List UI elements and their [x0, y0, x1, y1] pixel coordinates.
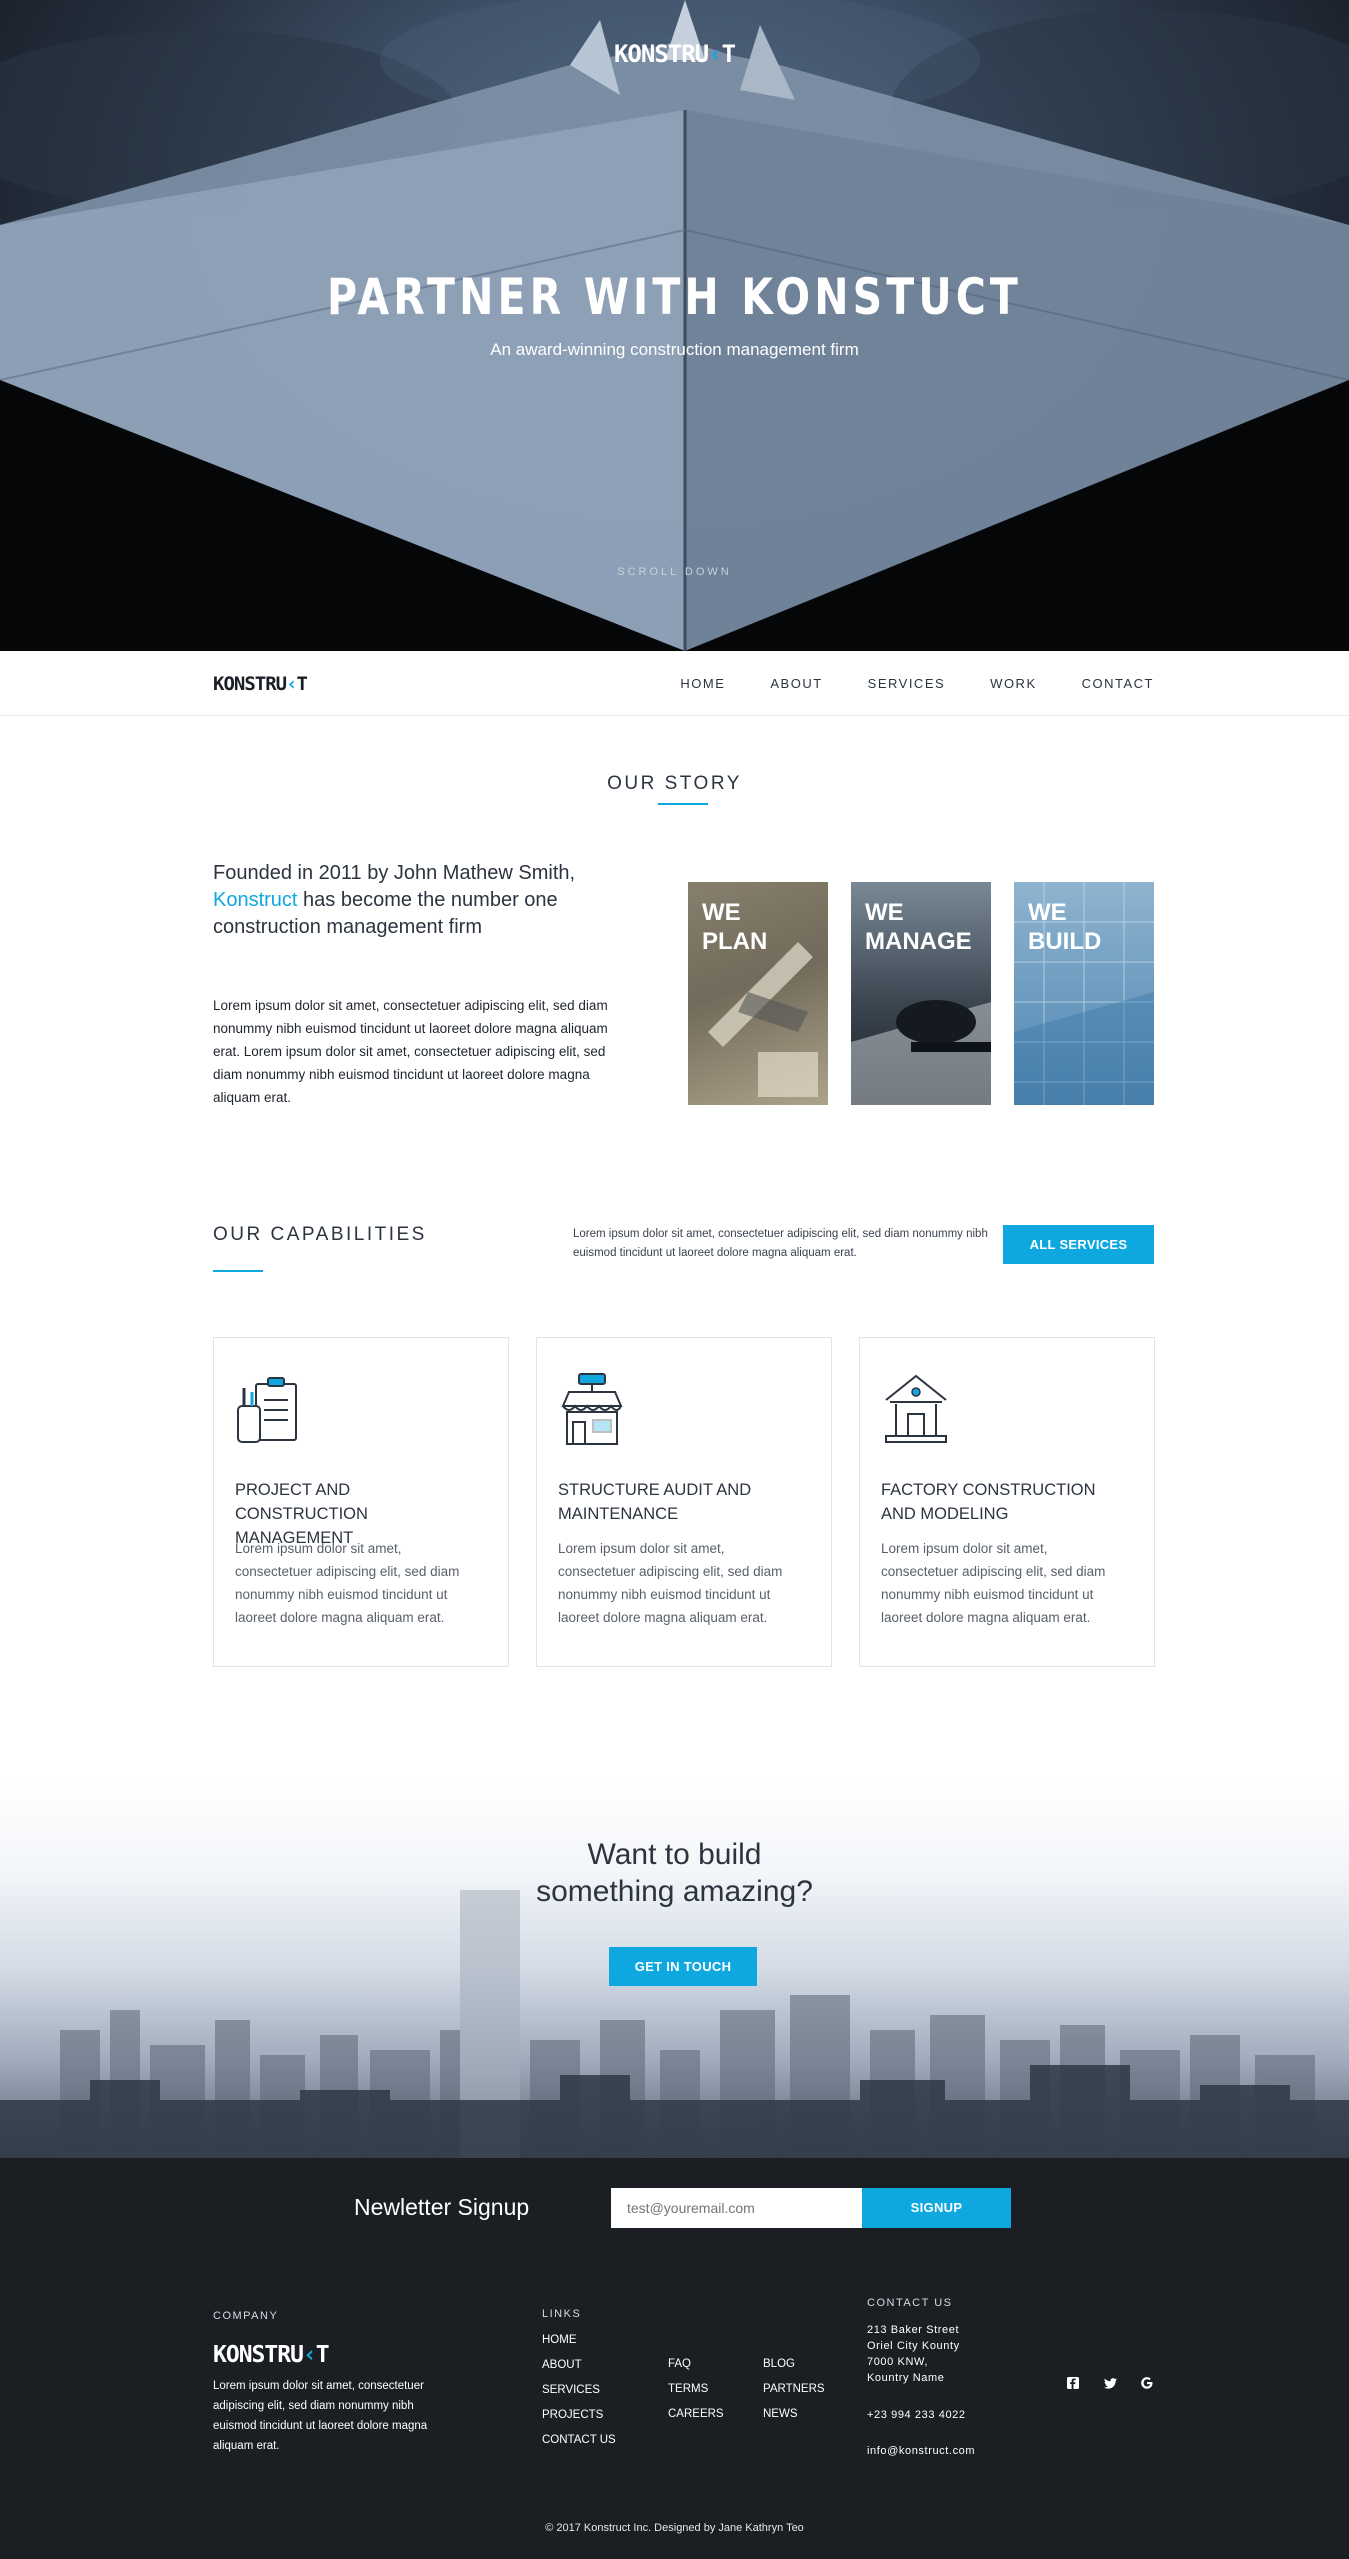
capability-text: Lorem ipsum dolor sit amet, consectetuer…: [235, 1541, 460, 1625]
footer-address: 213 Baker Street Oriel City Kounty 7000 K…: [867, 2324, 960, 2384]
hero-section: KONSTRU‹T PARTNER WITH KONSTUCT An award…: [0, 0, 1349, 651]
footer-link-projects[interactable]: PROJECTS: [542, 2403, 616, 2428]
tile-we-manage[interactable]: WE MANAGE: [851, 882, 991, 1105]
footer-link-contact-us[interactable]: CONTACT US: [542, 2428, 616, 2453]
footer-link-partners[interactable]: PARTNERS: [763, 2377, 825, 2402]
capabilities-title: OUR CAPABILITIES: [213, 1224, 427, 1245]
twitter-icon[interactable]: [1100, 2373, 1120, 2393]
capabilities-title-underline: [213, 1270, 263, 1272]
capability-title: FACTORY CONSTRUCTION AND MODELING: [881, 1481, 1096, 1523]
nav-item-contact[interactable]: CONTACT: [1082, 676, 1154, 691]
facebook-icon[interactable]: [1063, 2373, 1083, 2393]
clipboard-tools-icon: [237, 1377, 297, 1443]
all-services-button[interactable]: ALL SERVICES: [1003, 1225, 1154, 1264]
scroll-down-link[interactable]: SCROLL DOWN: [0, 566, 1349, 578]
copyright: © 2017 Konstruct Inc. Designed by Jane K…: [545, 2522, 804, 2534]
footer-company-heading: COMPANY: [213, 2310, 279, 2322]
story-title: OUR STORY: [607, 773, 742, 794]
footer-link-careers[interactable]: CAREERS: [668, 2402, 724, 2427]
story-body: Lorem ipsum dolor sit amet, consectetuer…: [213, 998, 608, 1105]
nav-item-about[interactable]: ABOUT: [770, 676, 822, 691]
tile-we-build[interactable]: WE BUILD: [1014, 882, 1154, 1105]
hero-subtitle: An award-winning construction management…: [490, 340, 859, 359]
google-icon[interactable]: [1137, 2373, 1157, 2393]
footer-link-about[interactable]: ABOUT: [542, 2353, 616, 2378]
footer-link-home[interactable]: HOME: [542, 2328, 616, 2353]
cta-heading: Want to build something amazing?: [536, 1838, 813, 1908]
house-building-icon: [885, 1374, 947, 1443]
capabilities-description: Lorem ipsum dolor sit amet, consectetuer…: [573, 1228, 988, 1259]
nav-item-work[interactable]: WORK: [990, 676, 1036, 691]
footer-company-text: Lorem ipsum dolor sit amet, consectetuer…: [213, 2380, 428, 2452]
tile-we-plan[interactable]: WE PLAN: [688, 882, 828, 1105]
capability-card-structure-audit[interactable]: STRUCTURE AUDIT AND MAINTENANCE Lorem ip…: [536, 1337, 832, 1667]
nav-item-home[interactable]: HOME: [680, 676, 725, 691]
nav-item-services[interactable]: SERVICES: [868, 676, 946, 691]
footer-link-news[interactable]: NEWS: [763, 2402, 825, 2427]
nav-logo[interactable]: KONSTRU‹T: [213, 673, 308, 695]
get-in-touch-button[interactable]: GET IN TOUCH: [609, 1947, 757, 1986]
newsletter-section: Newletter Signup SIGNUP: [0, 2158, 1349, 2258]
hero-logo[interactable]: KONSTRU‹T: [0, 40, 1349, 68]
story-title-underline: [658, 803, 708, 805]
footer-logo[interactable]: KONSTRU‹T: [213, 2342, 330, 2368]
footer-link-services[interactable]: SERVICES: [542, 2378, 616, 2403]
story-lead: Founded in 2011 by John Mathew Smith, Ko…: [213, 862, 576, 938]
newsletter-label: Newletter Signup: [354, 2194, 530, 2220]
nav-menu: HOME ABOUT SERVICES WORK CONTACT: [680, 676, 1154, 691]
hero-title: PARTNER WITH KONSTUCT: [327, 268, 1022, 326]
story-lead-highlight: Konstruct: [213, 889, 298, 911]
storefront-icon: [561, 1373, 623, 1445]
footer-phone[interactable]: +23 994 233 4022: [867, 2405, 966, 2425]
footer-links-col1: HOME ABOUT SERVICES PROJECTS CONTACT US: [542, 2328, 616, 2453]
footer-email[interactable]: info@konstruct.com: [867, 2441, 975, 2461]
footer-link-faq[interactable]: FAQ: [668, 2352, 724, 2377]
signup-button[interactable]: SIGNUP: [862, 2188, 1011, 2228]
capability-card-factory-construction[interactable]: FACTORY CONSTRUCTION AND MODELING Lorem …: [859, 1337, 1155, 1667]
capability-title: STRUCTURE AUDIT AND MAINTENANCE: [558, 1481, 752, 1523]
capability-text: Lorem ipsum dolor sit amet, consectetuer…: [558, 1541, 783, 1625]
footer-links-col2: FAQ TERMS CAREERS: [668, 2352, 724, 2427]
main-navbar: KONSTRU‹T HOME ABOUT SERVICES WORK CONTA…: [0, 651, 1349, 716]
footer-link-terms[interactable]: TERMS: [668, 2377, 724, 2402]
footer-links-heading: LINKS: [542, 2308, 582, 2320]
footer-contact-heading: CONTACT US: [867, 2297, 953, 2309]
footer-links-col3: BLOG PARTNERS NEWS: [763, 2352, 825, 2427]
footer-link-blog[interactable]: BLOG: [763, 2352, 825, 2377]
site-footer: COMPANY KONSTRU‹T Lorem ipsum dolor sit …: [0, 2258, 1349, 2559]
newsletter-email-input[interactable]: [611, 2188, 862, 2228]
capability-card-project-management[interactable]: PROJECT AND CONSTRUCTION MANAGEMENT Lore…: [213, 1337, 509, 1667]
capability-text: Lorem ipsum dolor sit amet, consectetuer…: [881, 1541, 1106, 1625]
